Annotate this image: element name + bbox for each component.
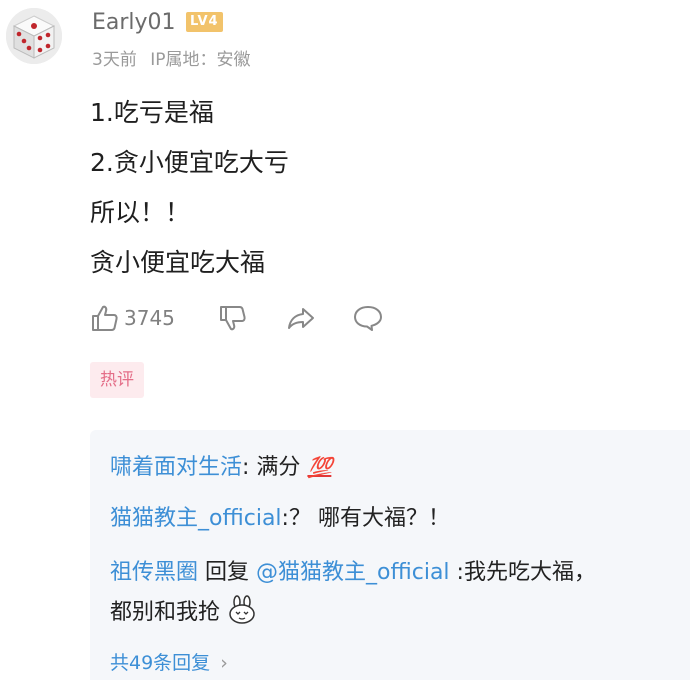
username[interactable]: Early01 — [92, 10, 176, 35]
comment-line: 所以！！ — [90, 198, 191, 227]
comment-line: 2.贪小便宜吃大亏 — [90, 148, 289, 177]
like-count: 3745 — [124, 306, 175, 330]
thumbs-up-icon — [92, 305, 118, 331]
comment-actions: 3745 — [90, 300, 510, 336]
reply-separator: : — [449, 560, 464, 585]
comment-content: 1.吃亏是福 2.贪小便宜吃大亏 所以！！ 贪小便宜吃大福 — [90, 88, 289, 288]
reply-author[interactable]: 祖传黑圈 — [110, 560, 198, 585]
comment-line: 贪小便宜吃大福 — [90, 248, 266, 277]
chevron-right-icon: › — [220, 652, 228, 674]
thumbs-down-icon — [220, 306, 246, 331]
reply-separator: : — [242, 455, 257, 480]
hundred-points-icon: 💯 — [307, 455, 332, 479]
more-replies-label: 共49条回复 — [110, 652, 211, 674]
ip-location: IP属地：安徽 — [150, 50, 251, 70]
reply-text: 都别和我抢 — [110, 600, 221, 625]
reply-author[interactable]: 啸着面对生活 — [110, 455, 242, 480]
like-button[interactable]: 3745 — [90, 300, 175, 336]
share-button[interactable] — [286, 300, 316, 336]
comment-time: 3天前 — [92, 50, 137, 70]
dice-avatar-icon — [6, 8, 62, 64]
reply-word: 回复 — [198, 560, 257, 585]
reply-separator: : — [281, 506, 289, 531]
reply-mention[interactable]: @猫猫教主_official — [256, 560, 450, 585]
avatar[interactable] — [6, 8, 62, 64]
share-arrow-icon — [288, 308, 314, 329]
comment-button[interactable] — [352, 300, 384, 336]
reply-panel: 啸着面对生活: 满分 💯 猫猫教主_official:？ 哪有大福？！ 祖传黑圈… — [90, 430, 690, 680]
reply-item[interactable]: 啸着面对生活: 满分 💯 — [110, 448, 332, 487]
hot-comment-tag: 热评 — [90, 362, 144, 398]
comment-line: 1.吃亏是福 — [90, 98, 214, 127]
reply-text: ？ 哪有大福？！ — [288, 506, 450, 531]
comment-bubble-icon — [354, 306, 382, 331]
reply-continuation: 都别和我抢 — [110, 594, 257, 632]
reply-text: 我先吃大福， — [463, 560, 596, 585]
dislike-button[interactable] — [218, 300, 248, 336]
reply-item[interactable]: 祖传黑圈 回复 @猫猫教主_official :我先吃大福， — [110, 554, 596, 592]
reply-author[interactable]: 猫猫教主_official — [110, 506, 282, 531]
view-more-replies-button[interactable]: 共49条回复 › — [110, 648, 228, 675]
level-badge: LV4 — [186, 12, 223, 32]
bunny-sticker-icon — [229, 595, 255, 624]
comment-meta: 3天前 IP属地：安徽 — [92, 45, 251, 70]
reply-item[interactable]: 猫猫教主_official:？ 哪有大福？！ — [110, 500, 450, 538]
reply-text: 满分 — [256, 455, 301, 480]
